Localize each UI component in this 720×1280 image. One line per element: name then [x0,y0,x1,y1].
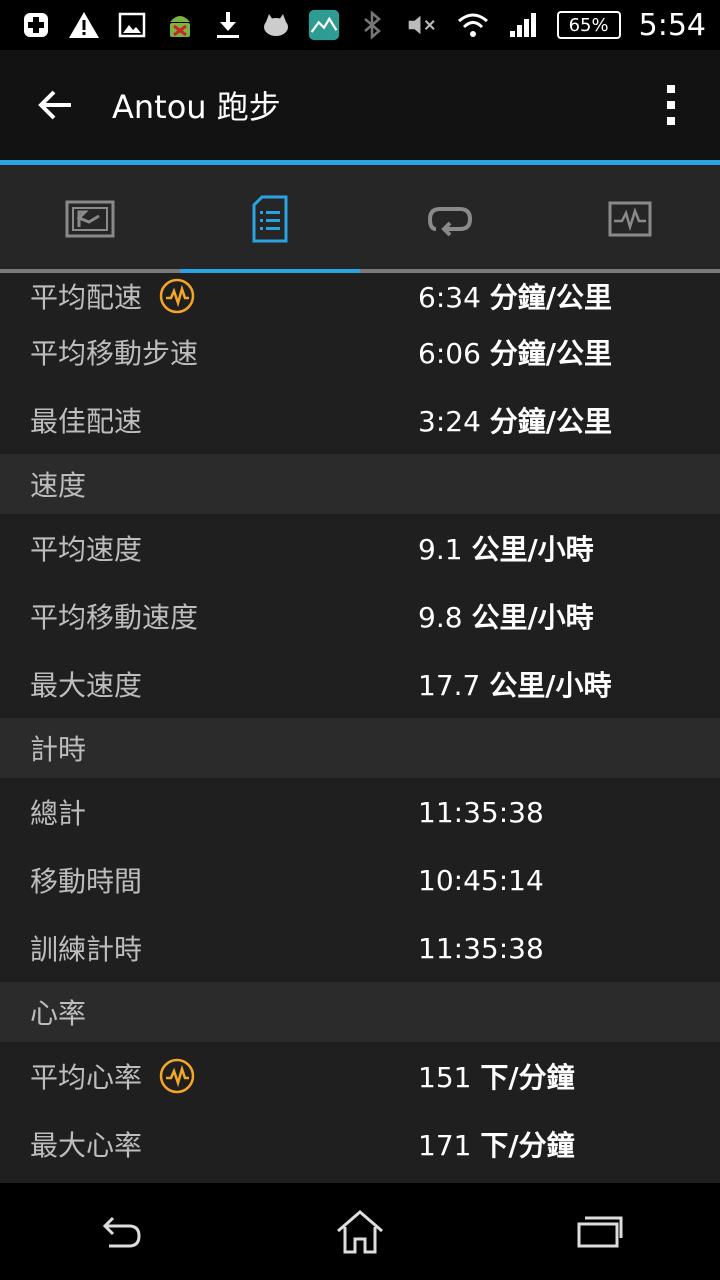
stat-value: 9.1 公里/小時 [418,533,594,566]
stats-list[interactable]: 平均配速 6:34 分鐘/公里 平均移動步速 6:06 分鐘/公里 最佳配速 3… [0,273,720,1183]
warning-icon [68,9,100,41]
stat-value: 3:24 分鐘/公里 [418,405,613,438]
section-header-heart-rate: 心率 [0,982,720,1042]
plus-cross-icon [20,9,52,41]
nav-back-button[interactable] [80,1202,160,1262]
heart-rate-icon [159,278,195,313]
system-nav-bar [0,1183,720,1280]
tab-chart[interactable] [540,165,720,273]
stat-row: 平均移動速度 9.8 公里/小時 [0,582,720,650]
overflow-menu-button[interactable] [656,76,686,134]
stat-label: 平均心率 [30,1061,143,1094]
mute-icon [407,9,439,41]
back-nav-icon [102,1216,141,1247]
stat-label: 平均移動步速 [30,337,199,370]
clock: 5:54 [638,7,706,43]
list-document-icon [252,195,288,243]
stat-label: 訓練計時 [30,933,143,966]
stat-row: 最大心率 171 下/分鐘 [0,1110,720,1178]
bluetooth-icon [357,9,389,41]
tab-laps[interactable] [360,165,540,273]
stat-row: 平均心率 151 下/分鐘 [0,1042,720,1110]
stat-label: 總計 [30,797,87,830]
tab-bar [0,165,720,273]
stat-row: 平均移動步速 6:06 分鐘/公里 [0,318,720,386]
signal-icon [507,9,539,41]
nav-home-button[interactable] [320,1202,400,1262]
stat-label: 最大心率 [30,1129,143,1162]
tab-map[interactable] [0,165,180,273]
loop-icon [427,207,473,237]
app-bar: Antou 跑步 [0,50,720,160]
page-title: Antou 跑步 [112,88,281,126]
stat-row: 平均速度 9.1 公里/小時 [0,514,720,582]
stat-value: 17.7 公里/小時 [418,669,612,702]
stat-label: 移動時間 [30,865,143,898]
stat-value: 9.8 公里/小時 [418,601,594,634]
stat-value: 151 下/分鐘 [418,1061,575,1094]
heart-rate-icon [159,1058,195,1094]
chart-icon [608,201,652,237]
more-vert-icon [667,85,675,125]
nav-recents-button[interactable] [560,1202,640,1262]
android-icon [164,9,196,41]
status-bar: 65% 5:54 [0,0,720,50]
section-header-speed: 速度 [0,454,720,514]
stat-value: 11:35:38 [418,795,544,829]
stat-label: 平均速度 [30,533,143,566]
download-icon [212,9,244,41]
mountain-app-icon [308,9,340,41]
stat-row: 訓練計時 11:35:38 [0,914,720,982]
wifi-icon [457,9,489,41]
map-icon [65,200,115,238]
stat-label: 平均移動速度 [30,601,199,634]
stat-label: 平均配速 [30,280,143,314]
stat-row: 平均配速 6:34 分鐘/公里 [0,273,720,318]
section-header-timing: 計時 [0,718,720,778]
stat-label: 最大速度 [30,669,143,702]
stat-value: 10:45:14 [418,863,544,897]
stat-row: 總計 11:35:38 [0,778,720,846]
stat-value: 6:06 分鐘/公里 [418,337,613,370]
battery-indicator: 65% [556,11,621,39]
stat-row: 最大速度 17.7 公里/小時 [0,650,720,718]
stat-value: 6:34 分鐘/公里 [418,280,613,314]
stat-label: 最佳配速 [30,405,143,438]
stat-value: 171 下/分鐘 [418,1129,575,1162]
stat-row: 移動時間 10:45:14 [0,846,720,914]
home-nav-icon [337,1209,383,1253]
stat-row: 最佳配速 3:24 分鐘/公里 [0,386,720,454]
tab-stats[interactable] [180,165,360,273]
back-arrow-icon [38,90,71,120]
recents-nav-icon [577,1216,623,1247]
image-icon [116,9,148,41]
stat-value: 11:35:38 [418,931,544,965]
cat-icon [260,9,292,41]
back-button[interactable] [26,76,84,134]
